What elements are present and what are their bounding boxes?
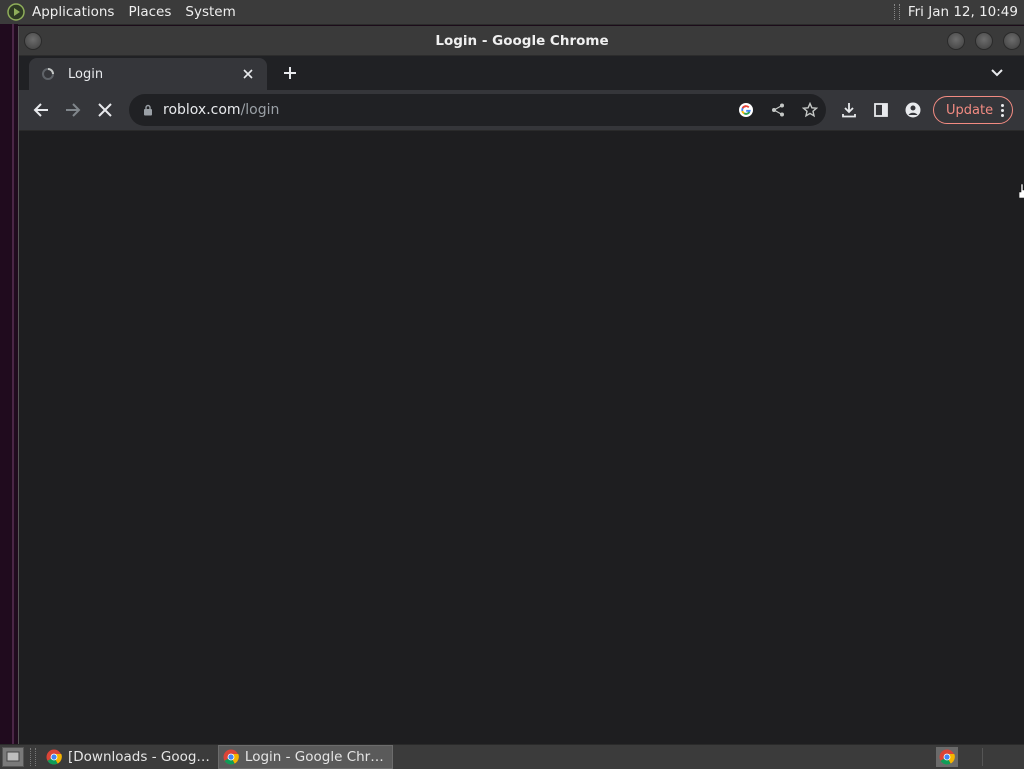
- bookmark-star-icon[interactable]: [794, 94, 826, 126]
- show-desktop-icon[interactable]: [2, 747, 24, 767]
- tray-chrome-icon[interactable]: [936, 747, 958, 767]
- panel-clock[interactable]: Fri Jan 12, 10:49: [908, 4, 1018, 20]
- bottom-taskbar: [Downloads - Goog… Login - Google Chr…: [0, 744, 1024, 769]
- taskbar-item-downloads[interactable]: [Downloads - Goog…: [42, 746, 218, 768]
- back-button[interactable]: [25, 94, 57, 126]
- panel-drag-handle: [893, 4, 900, 20]
- browser-toolbar: roblox.com/login Update: [19, 90, 1024, 131]
- lock-icon[interactable]: [141, 104, 155, 116]
- google-translate-icon[interactable]: [730, 94, 762, 126]
- maximize-button[interactable]: [975, 32, 993, 50]
- address-bar[interactable]: roblox.com/login: [129, 94, 826, 126]
- share-icon[interactable]: [762, 94, 794, 126]
- menu-places[interactable]: Places: [128, 4, 171, 20]
- forward-button[interactable]: [57, 94, 89, 126]
- update-button[interactable]: Update: [933, 96, 1014, 124]
- mouse-cursor-icon: [1018, 183, 1024, 199]
- window-menu-button[interactable]: [24, 32, 42, 50]
- tab-strip: Login: [19, 56, 1024, 90]
- new-tab-button[interactable]: [281, 64, 299, 82]
- taskbar-item-label: [Downloads - Goog…: [68, 749, 210, 765]
- browser-window: Login - Google Chrome Login roblox.com /…: [18, 26, 1024, 744]
- minimize-button[interactable]: [947, 32, 965, 50]
- more-menu-icon[interactable]: [1001, 103, 1005, 117]
- menu-applications[interactable]: Applications: [32, 4, 114, 20]
- tray-separator: [982, 748, 983, 766]
- taskbar-item-login[interactable]: Login - Google Chr…: [217, 745, 393, 769]
- tab-title: Login: [68, 66, 104, 82]
- update-label: Update: [946, 102, 994, 118]
- top-panel: Applications Places System Fri Jan 12, 1…: [0, 0, 1024, 25]
- taskbar-handle: [30, 748, 36, 766]
- stop-loading-button[interactable]: [89, 94, 121, 126]
- menu-system[interactable]: System: [185, 4, 235, 20]
- distro-logo-icon[interactable]: [6, 2, 26, 22]
- url-host: roblox.com: [163, 102, 241, 118]
- url-path: /login: [240, 102, 280, 118]
- taskbar-item-label: Login - Google Chr…: [244, 749, 384, 765]
- desktop-background: [0, 24, 18, 744]
- close-window-button[interactable]: [1003, 32, 1021, 50]
- profile-avatar-icon[interactable]: [897, 94, 929, 126]
- side-panel-icon[interactable]: [865, 94, 897, 126]
- chrome-icon: [223, 749, 239, 765]
- window-title: Login - Google Chrome: [435, 32, 609, 49]
- page-content[interactable]: [19, 131, 1024, 744]
- download-icon[interactable]: [833, 94, 865, 126]
- tab-close-icon[interactable]: [239, 65, 257, 83]
- chevron-down-icon[interactable]: [989, 65, 1005, 81]
- loading-spinner-icon: [40, 66, 56, 82]
- window-titlebar[interactable]: Login - Google Chrome: [19, 26, 1024, 56]
- chrome-icon: [46, 749, 62, 765]
- tab-login[interactable]: Login: [29, 58, 267, 90]
